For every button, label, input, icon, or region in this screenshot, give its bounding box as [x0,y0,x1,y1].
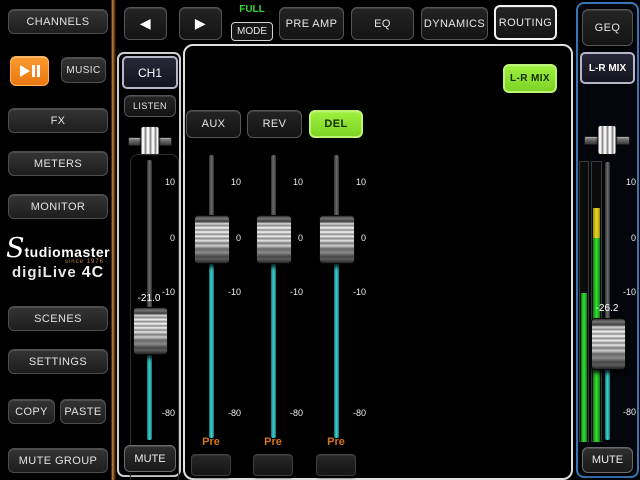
master-pan-slider[interactable] [584,125,630,153]
scale-label: -10 [620,287,636,297]
rev-send-fader-knob[interactable] [256,215,292,264]
pause-bar-icon [37,65,40,77]
master-fader-knob[interactable] [591,318,626,370]
next-channel-button[interactable]: ▶ [179,7,222,40]
rev-tap-button[interactable] [253,454,293,476]
scale-label: 10 [223,177,241,187]
tab-preamp[interactable]: PRE AMP [279,7,344,40]
scale-label: -80 [223,408,241,418]
master-strip: GEQ L-R MIX 10 0 -10 -80 -26.2 MUTE [576,2,639,478]
scale-label: 10 [348,177,366,187]
routing-destination-badge[interactable]: L-R MIX [503,64,557,93]
tab-dynamics[interactable]: DYNAMICS [421,7,488,40]
copy-button[interactable]: COPY [8,399,55,424]
listen-button[interactable]: LISTEN [124,95,176,117]
mode-value: FULL [229,4,275,15]
master-meter-left [579,161,589,442]
pan-knob[interactable] [598,125,617,155]
product-model: 4C [82,264,104,282]
sidebar-fx-button[interactable]: FX [8,108,108,133]
prev-channel-button[interactable]: ◀ [124,7,167,40]
aux-tap-button[interactable] [191,454,231,476]
scale-label: -80 [285,408,303,418]
play-icon [20,65,30,77]
sidebar-divider [111,0,116,480]
del-send-fader-track-active [334,262,339,438]
master-fader-track-active [605,368,610,440]
mute-group-button[interactable]: MUTE GROUP [8,448,108,473]
play-pause-button[interactable] [10,56,49,86]
master-name-button[interactable]: L-R MIX [580,52,635,84]
rev-tap-label: Pre [257,436,289,448]
product-name: digiLive [12,264,77,281]
sidebar-scenes-button[interactable]: SCENES [8,306,108,331]
rev-send-fader-track-active [271,262,276,438]
aux-send-fader-knob[interactable] [194,215,230,264]
master-mute-button[interactable]: MUTE [582,447,633,473]
send-del-button[interactable]: DEL [309,110,363,138]
geq-button[interactable]: GEQ [582,9,633,46]
scale-label: 10 [157,177,175,187]
scale-label: 0 [157,233,175,243]
channel-mute-button[interactable]: MUTE [124,445,176,472]
aux-tap-label: Pre [195,436,227,448]
mixer-screen: CHANNELS MUSIC FX METERS MONITOR Studiom… [0,0,640,480]
master-meter-right [591,161,602,442]
left-arrow-icon: ◀ [140,15,151,32]
channel-fader-track-active [147,353,152,440]
send-rev-button[interactable]: REV [247,110,302,138]
tab-eq[interactable]: EQ [351,7,414,40]
scale-label: 0 [620,233,636,243]
send-aux-button[interactable]: AUX [186,110,241,138]
digilive-logo: digiLive 4C [12,264,108,284]
channel-name-button[interactable]: CH1 [122,56,178,89]
channel-fader-knob[interactable] [133,307,168,355]
channel-fader-value: -21.0 [127,293,171,304]
sidebar-channels-button[interactable]: CHANNELS [8,9,108,34]
paste-button[interactable]: PASTE [60,399,106,424]
sidebar-music-button[interactable]: MUSIC [61,57,106,83]
scale-label: -10 [285,287,303,297]
logo-text: tudiomaster [25,244,111,260]
scale-label: 10 [620,177,636,187]
del-tap-label: Pre [320,436,352,448]
right-arrow-icon: ▶ [195,15,206,32]
scale-label: -80 [620,407,636,417]
scale-label: -10 [223,287,241,297]
pan-knob[interactable] [141,126,160,156]
mode-button[interactable]: MODE [231,22,273,41]
master-fader-value: -26.2 [585,303,629,314]
del-tap-button[interactable] [316,454,356,476]
tab-routing[interactable]: ROUTING [494,5,557,40]
scale-label: -80 [157,408,175,418]
scale-label: -80 [348,408,366,418]
routing-panel: L-R MIX AUX REV DEL 10 0 -10 -80 Pre 10 … [183,44,573,480]
mode-control: FULL MODE [229,4,275,41]
sidebar-monitor-button[interactable]: MONITOR [8,194,108,219]
pause-bar-icon [32,65,35,77]
scale-label: 10 [285,177,303,187]
scale-label: -10 [348,287,366,297]
sidebar-settings-button[interactable]: SETTINGS [8,349,108,374]
channel-pan-slider[interactable] [128,126,172,154]
sidebar-meters-button[interactable]: METERS [8,151,108,176]
del-send-fader-knob[interactable] [319,215,355,264]
channel-strip-ch1: CH1 LISTEN 10 0 -10 -80 -21.0 MUTE [117,52,181,477]
meter-segment-green [581,293,587,442]
aux-send-fader-track-active [209,262,214,438]
meter-segment-yellow [593,208,600,238]
